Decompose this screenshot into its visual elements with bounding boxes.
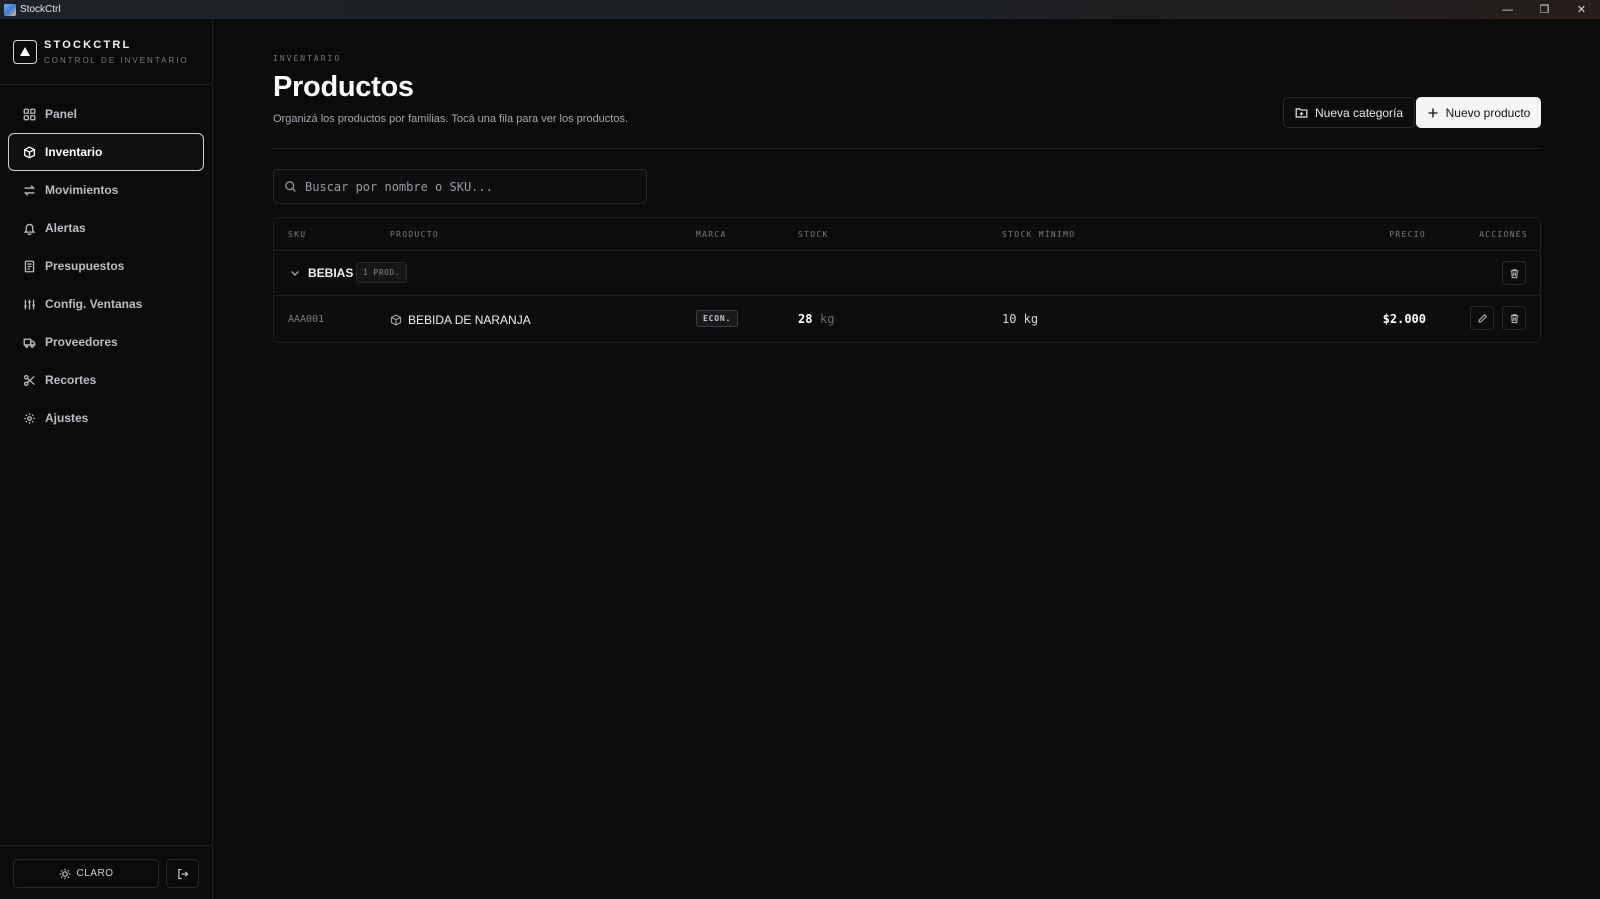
new-product-button[interactable]: Nuevo producto: [1416, 97, 1541, 128]
edit-product-button[interactable]: [1470, 306, 1494, 330]
table-header: SKU PRODUCTO MARCA STOCK STOCK MÍNIMO PR…: [274, 218, 1540, 251]
arrows-icon: [22, 183, 36, 197]
restore-button[interactable]: ❐: [1526, 0, 1563, 19]
table-row[interactable]: AAA001 BEBIDA DE NARANJA ECON. 28 kg 10 …: [274, 296, 1540, 342]
product-sku: AAA001: [288, 314, 325, 325]
window-titlebar: StockCtrl — ❐ ✕: [0, 0, 1600, 19]
product-stock: 28: [798, 312, 813, 326]
product-min-stock: 10 kg: [1002, 312, 1039, 326]
category-count-badge: 1 PROD.: [356, 262, 408, 283]
delete-category-button[interactable]: [1502, 261, 1526, 285]
folder-plus-icon: [1295, 108, 1308, 118]
sidebar-footer: CLARO: [0, 845, 212, 899]
sidebar-item-movimientos[interactable]: Movimientos: [8, 171, 204, 209]
search-icon: [285, 181, 296, 192]
theme-toggle-label: CLARO: [76, 868, 114, 879]
sidebar-nav: Panel Inventario Movimientos Alertas Pre…: [0, 85, 212, 437]
column-header-stock: STOCK: [798, 230, 829, 239]
grid-icon: [22, 107, 36, 121]
column-header-min-stock: STOCK MÍNIMO: [1002, 230, 1076, 239]
brand-name: STOCKCTRL: [44, 38, 132, 51]
box-icon: [390, 313, 402, 326]
sidebar-item-alertas[interactable]: Alertas: [8, 209, 204, 247]
sidebar-item-label: Proveedores: [45, 335, 118, 349]
new-category-label: Nueva categoría: [1315, 105, 1404, 120]
page-title: Productos: [273, 71, 414, 103]
product-brand-badge: ECON.: [696, 310, 739, 327]
new-product-label: Nuevo producto: [1445, 105, 1531, 120]
header-divider: [273, 148, 1541, 149]
minimize-button[interactable]: —: [1489, 0, 1526, 19]
column-header-brand: MARCA: [696, 230, 727, 239]
gear-icon: [22, 411, 36, 425]
truck-icon: [22, 335, 36, 349]
sidebar-item-label: Recortes: [45, 373, 97, 387]
trash-icon: [1510, 313, 1518, 323]
sidebar-item-inventario[interactable]: Inventario: [8, 133, 204, 171]
sidebar-item-proveedores[interactable]: Proveedores: [8, 323, 204, 361]
page-description: Organizá los productos por familias. Toc…: [273, 113, 629, 125]
sidebar-item-recortes[interactable]: Recortes: [8, 361, 204, 399]
plus-icon: [1428, 108, 1438, 117]
brand: STOCKCTRL CONTROL DE INVENTARIO: [0, 19, 212, 85]
logout-button[interactable]: [166, 859, 199, 888]
sidebar-item-label: Panel: [45, 107, 78, 121]
sidebar-item-label: Presupuestos: [45, 259, 125, 273]
search-input[interactable]: [305, 179, 625, 194]
column-header-price: PRECIO: [1389, 230, 1426, 239]
box-icon: [22, 145, 36, 159]
logout-icon: [177, 868, 188, 879]
product-name: BEBIDA DE NARANJA: [408, 313, 531, 327]
app-icon: [4, 3, 16, 16]
column-header-actions: ACCIONES: [1479, 230, 1528, 239]
sidebar-item-config-ventanas[interactable]: Config. Ventanas: [8, 285, 204, 323]
scissors-icon: [22, 373, 36, 387]
sun-icon: [59, 868, 70, 879]
products-table: SKU PRODUCTO MARCA STOCK STOCK MÍNIMO PR…: [273, 217, 1541, 343]
sidebar-item-label: Config. Ventanas: [45, 297, 143, 311]
chevron-down-icon[interactable]: [289, 266, 301, 278]
new-category-button[interactable]: Nueva categoría: [1283, 97, 1416, 128]
sidebar-item-panel[interactable]: Panel: [8, 95, 204, 133]
window-title: StockCtrl: [20, 4, 61, 15]
sidebar-item-label: Movimientos: [45, 183, 119, 197]
sidebar-item-label: Alertas: [45, 221, 86, 235]
sidebar-item-label: Inventario: [45, 145, 103, 159]
pencil-icon: [1478, 313, 1487, 322]
search-box: [273, 169, 647, 204]
sliders-icon: [22, 297, 36, 311]
category-row[interactable]: BEBIAS 1 PROD.: [274, 251, 1540, 296]
delete-product-button[interactable]: [1502, 306, 1526, 330]
theme-toggle-button[interactable]: CLARO: [13, 859, 159, 888]
close-button[interactable]: ✕: [1563, 0, 1600, 19]
product-price: $2.000: [1382, 312, 1426, 326]
column-header-sku: SKU: [288, 230, 307, 239]
sidebar-item-ajustes[interactable]: Ajustes: [8, 399, 204, 437]
page-eyebrow: INVENTARIO: [273, 54, 342, 63]
product-stock-unit: kg: [820, 312, 835, 326]
trash-icon: [1510, 268, 1518, 278]
main-content: INVENTARIO Productos Organizá los produc…: [213, 19, 1600, 899]
receipt-icon: [22, 259, 36, 273]
bell-icon: [22, 221, 36, 235]
brand-subtitle: CONTROL DE INVENTARIO: [44, 55, 189, 65]
sidebar: STOCKCTRL CONTROL DE INVENTARIO Panel In…: [0, 19, 213, 899]
category-name: BEBIAS: [308, 266, 354, 280]
sidebar-item-presupuestos[interactable]: Presupuestos: [8, 247, 204, 285]
window-controls: — ❐ ✕: [1489, 0, 1600, 19]
column-header-product: PRODUCTO: [390, 230, 439, 239]
sidebar-item-label: Ajustes: [45, 411, 89, 425]
logo-icon: [13, 39, 37, 64]
